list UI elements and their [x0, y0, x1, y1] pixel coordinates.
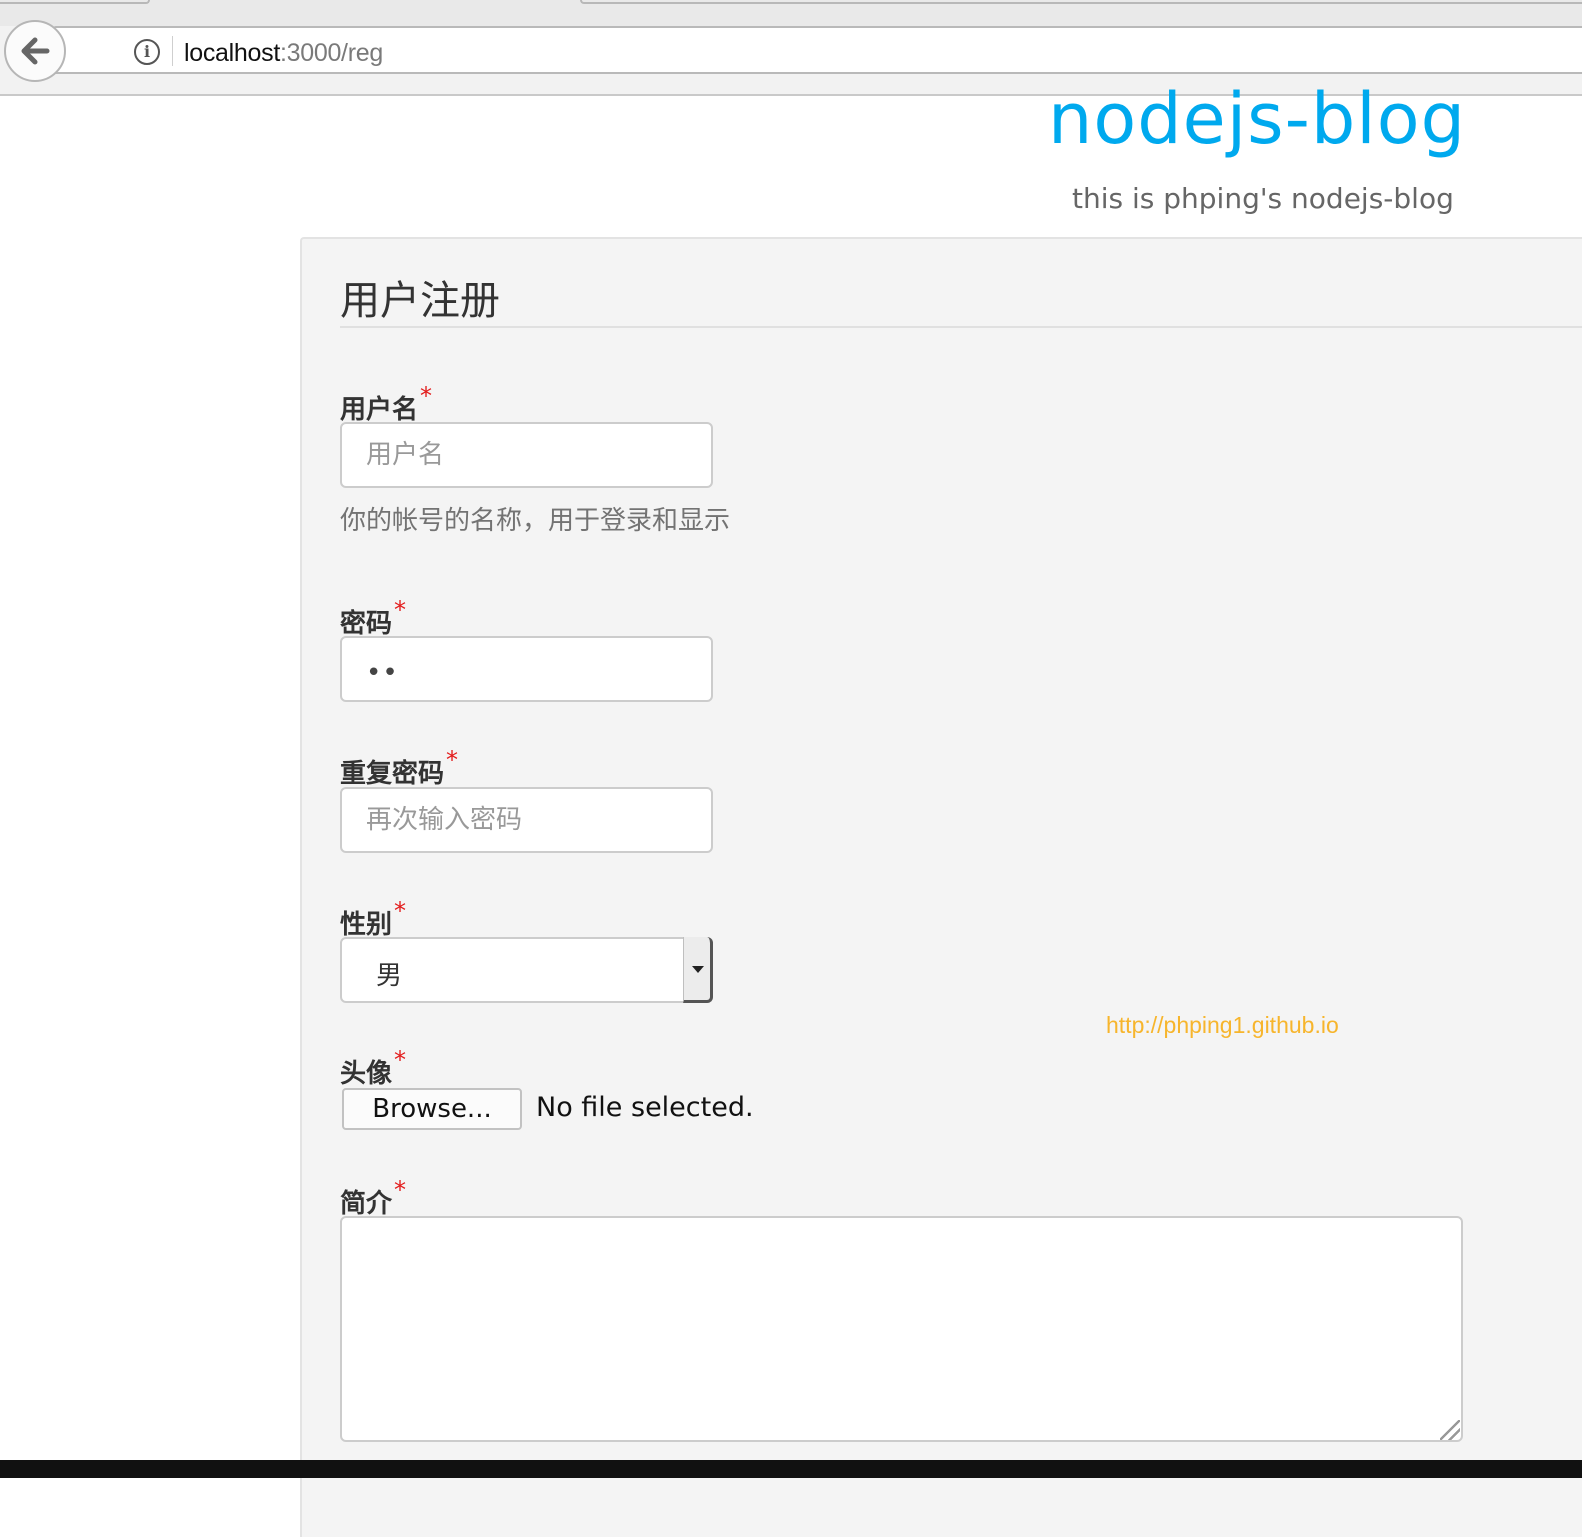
avatar-label-text: 头像	[340, 1059, 393, 1089]
username-input[interactable]	[340, 422, 713, 488]
bio-label: 简介*	[340, 1176, 406, 1220]
avatar-label: 头像*	[340, 1046, 406, 1090]
file-status: No file selected.	[536, 1092, 754, 1123]
password-masked-value: ••	[366, 658, 399, 688]
gender-label: 性别*	[340, 897, 406, 941]
url-divider	[172, 36, 173, 66]
required-mark: *	[446, 746, 459, 774]
gender-label-text: 性别	[340, 910, 393, 940]
username-label: 用户名*	[340, 382, 432, 426]
back-button[interactable]	[4, 20, 66, 82]
username-help: 你的帐号的名称，用于登录和显示	[340, 506, 731, 536]
url-host: localhost	[184, 39, 280, 67]
url-text[interactable]: localhost:3000/reg	[184, 39, 383, 68]
required-mark: *	[394, 1176, 407, 1204]
required-mark: *	[394, 897, 407, 925]
window-bottom-edge	[0, 1460, 1582, 1478]
tab-edge-right	[580, 0, 1582, 4]
required-mark: *	[394, 1046, 407, 1074]
password-label: 密码*	[340, 596, 406, 640]
repeat-password-label-text: 重复密码	[340, 759, 445, 789]
required-mark: *	[394, 596, 407, 624]
tab-edge-left	[0, 0, 150, 4]
resize-grip-icon[interactable]	[1440, 1420, 1460, 1440]
gender-selected-value: 男	[376, 961, 403, 991]
url-path: :3000/reg	[279, 39, 383, 67]
password-label-text: 密码	[340, 609, 393, 639]
watermark-link: http://phping1.github.io	[1106, 1012, 1339, 1038]
gender-select[interactable]: 男	[340, 937, 713, 1003]
repeat-password-input[interactable]	[340, 787, 713, 853]
bio-label-text: 简介	[340, 1189, 393, 1219]
arrow-left-icon	[21, 37, 50, 65]
dropdown-arrow-icon[interactable]	[683, 937, 713, 1003]
site-subtitle: this is phping's nodejs-blog	[1072, 182, 1454, 215]
bio-textarea[interactable]	[340, 1216, 1463, 1442]
browse-button[interactable]: Browse...	[342, 1088, 522, 1130]
username-label-text: 用户名	[340, 395, 419, 425]
form-legend: 用户注册	[340, 276, 1582, 328]
site-title[interactable]: nodejs-blog	[1048, 84, 1466, 154]
tab-strip	[0, 0, 1582, 26]
required-mark: *	[420, 382, 433, 410]
site-info-icon[interactable]: i	[134, 39, 160, 65]
address-bar[interactable]: i localhost:3000/reg	[52, 26, 1582, 74]
repeat-password-label: 重复密码*	[340, 746, 458, 790]
